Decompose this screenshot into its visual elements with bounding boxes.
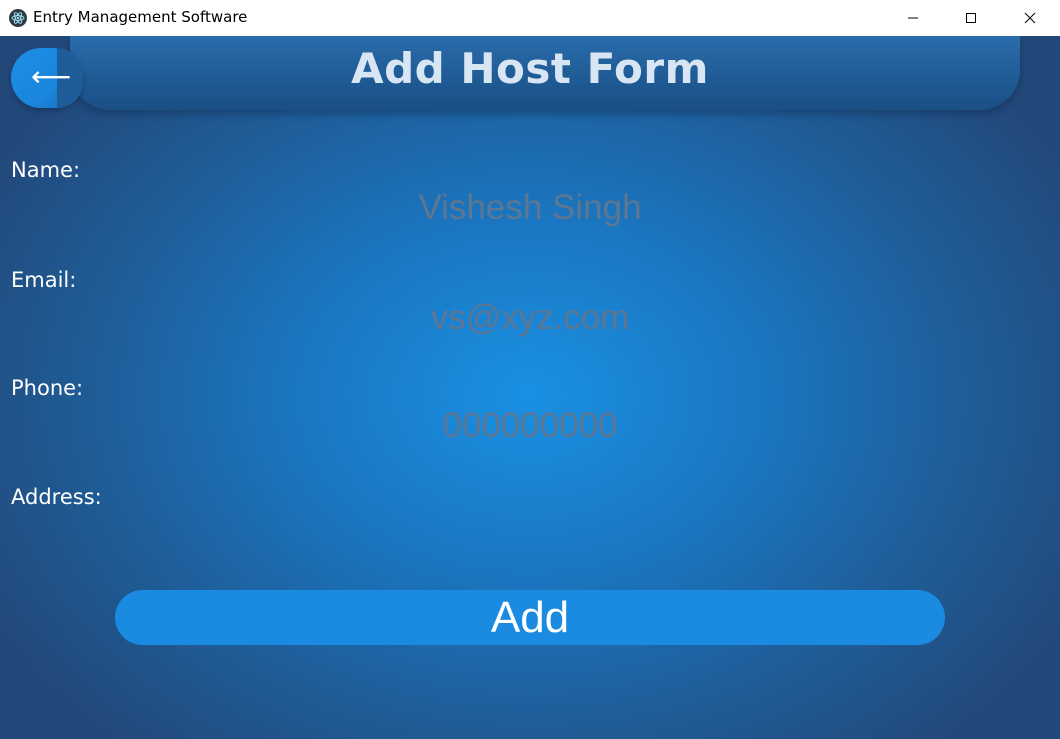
minimize-icon [908,17,918,19]
phone-label: Phone: [11,376,84,400]
minimize-button[interactable] [890,0,936,36]
email-label: Email: [11,268,77,292]
app-window: Entry Management Software Add Host Form … [0,0,1060,739]
back-arrow-icon: ⟵ [31,60,72,93]
maximize-icon [966,13,976,23]
app-icon [9,9,27,27]
window-title: Entry Management Software [33,8,248,26]
address-label: Address: [11,485,102,509]
phone-input[interactable] [200,404,860,448]
address-input[interactable] [200,513,860,557]
email-input[interactable] [200,296,860,340]
name-input[interactable] [200,186,860,230]
title-bar: Entry Management Software [0,0,1060,36]
name-label: Name: [11,158,81,182]
close-icon [1024,12,1036,24]
close-button[interactable] [1007,0,1053,36]
back-button[interactable]: ⟵ [11,48,83,108]
maximize-button[interactable] [948,0,994,36]
form-page: Add Host Form ⟵ Name: Email: Phone: Addr… [0,36,1060,739]
page-title: Add Host Form [351,44,709,93]
add-button[interactable]: Add [115,590,945,645]
